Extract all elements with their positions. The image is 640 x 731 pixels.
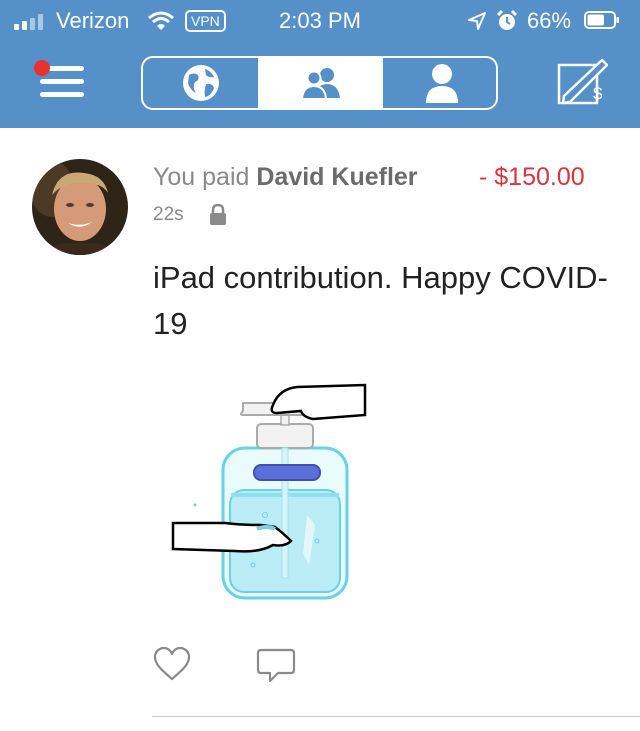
app-header: Verizon VPN 2:03 PM 66% $ (0, 0, 640, 128)
pay-request-button[interactable]: $ (556, 58, 609, 108)
payment-note: iPad contribution. Happy COVID-19 (153, 260, 608, 341)
heart-icon[interactable] (153, 646, 191, 682)
location-icon (468, 12, 486, 30)
recipient-name[interactable]: David Kuefler (256, 163, 417, 191)
battery-icon (584, 11, 619, 29)
feed-segmented-control (141, 56, 498, 110)
friends-icon (300, 68, 340, 100)
battery-percentage: 66% (527, 8, 572, 33)
person-icon (425, 64, 458, 103)
alarm-icon (496, 9, 518, 30)
tab-personal[interactable] (381, 58, 496, 108)
avatar[interactable] (32, 159, 128, 255)
pay-request-icon: $ (557, 58, 609, 105)
feed-divider (152, 716, 640, 717)
globe-icon (182, 65, 219, 101)
tab-friends[interactable] (260, 58, 381, 108)
payment-amount: - $150.00 (479, 163, 585, 191)
tab-public[interactable] (143, 58, 260, 108)
payment-prefix: You paid (153, 163, 250, 191)
transaction-description: You paid David Kuefler (153, 163, 418, 192)
hand-sanitizer-illustration (171, 383, 367, 600)
notification-dot (34, 60, 50, 76)
svg-text:$: $ (593, 84, 603, 103)
status-bar: Verizon VPN 2:03 PM 66% (0, 0, 640, 40)
lock-icon (210, 204, 226, 225)
time-ago: 22s (153, 204, 184, 225)
comment-icon[interactable] (256, 648, 296, 684)
